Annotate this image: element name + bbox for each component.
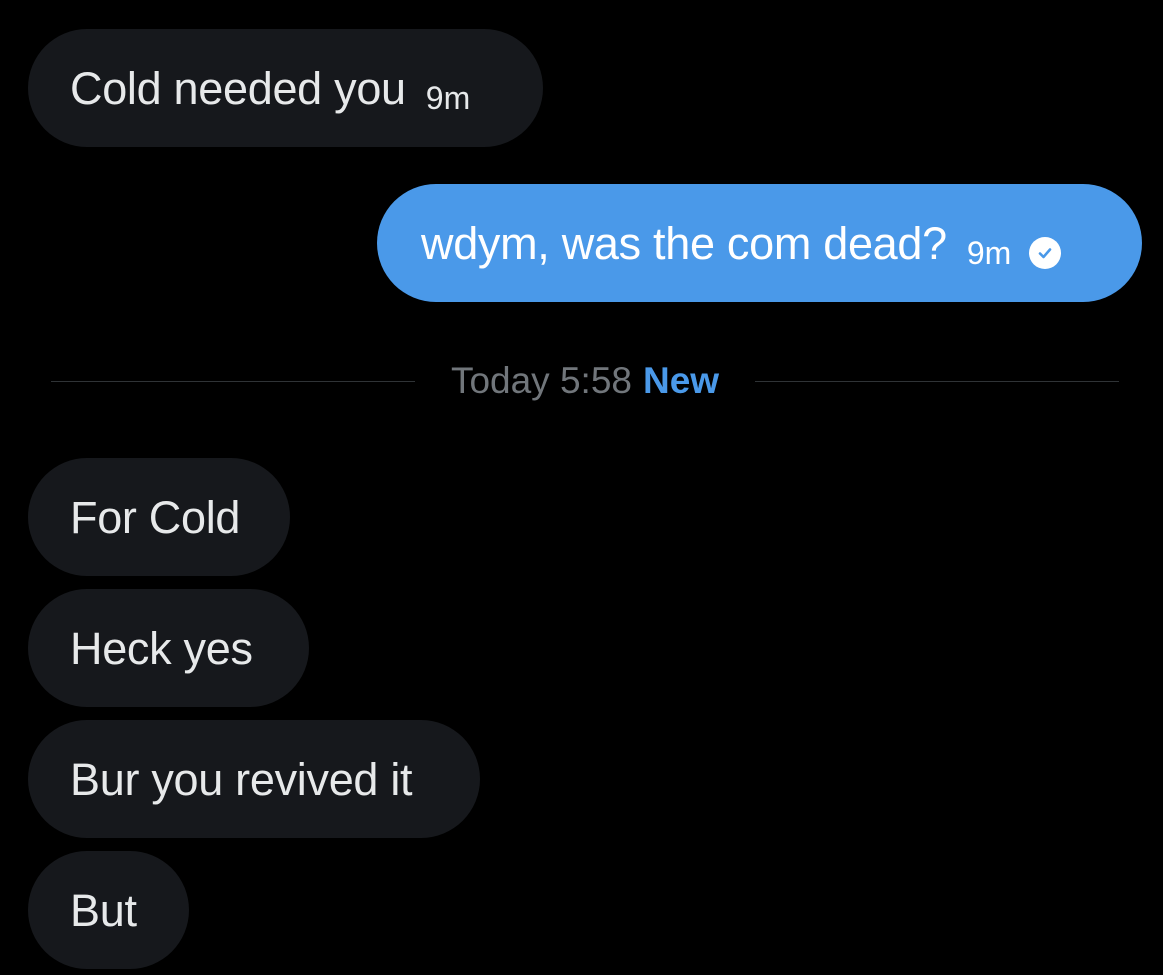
divider-label: Today 5:58 New [415, 360, 755, 402]
message-text: Bur you revived it [70, 753, 413, 805]
message-bubble-incoming[interactable]: Bur you revived it [28, 720, 480, 838]
message-text: Heck yes [70, 622, 253, 674]
new-messages-label: New [642, 360, 720, 401]
message-text: For Cold [70, 491, 241, 543]
message-bubble-incoming[interactable]: For Cold [28, 458, 290, 576]
divider-line [51, 380, 415, 382]
message-text: But [70, 884, 137, 936]
divider-line [755, 380, 1120, 382]
message-bubble-incoming[interactable]: But [28, 851, 189, 969]
divider-date: Today 5:58 [450, 360, 632, 401]
message-bubble-incoming[interactable]: Heck yes [28, 589, 309, 707]
message-timestamp: 9m [425, 80, 471, 116]
date-divider: Today 5:58 New [51, 360, 1120, 402]
message-text: wdym, was the com dead? [421, 217, 947, 269]
read-check-icon [1029, 237, 1062, 269]
message-text: Cold needed you [70, 62, 406, 114]
message-bubble-outgoing[interactable]: wdym, was the com dead? 9m [377, 184, 1142, 302]
message-bubble-incoming[interactable]: Cold needed you 9m [28, 29, 543, 147]
message-timestamp: 9m [966, 235, 1012, 271]
